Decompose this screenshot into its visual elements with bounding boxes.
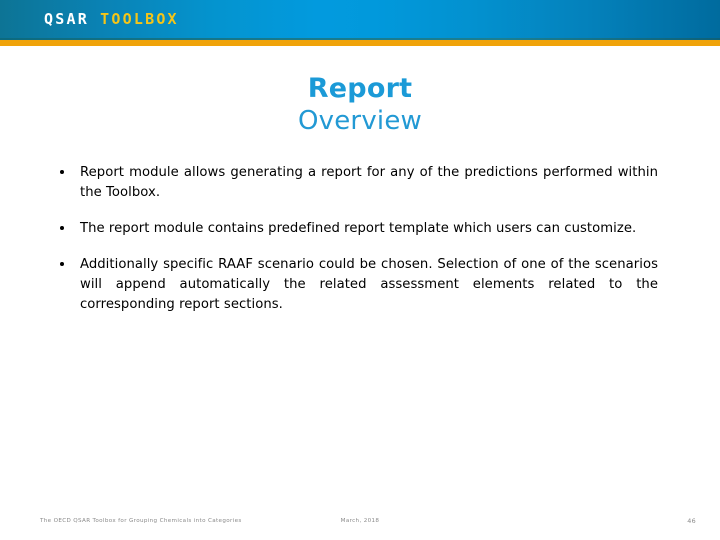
bullet-icon	[60, 262, 64, 266]
logo-text-qsar: QSAR	[44, 10, 89, 28]
page-title-sub: Overview	[297, 106, 422, 136]
footer-date-text: March, 2018	[340, 518, 380, 524]
bullet-icon	[60, 170, 64, 174]
page-title-main: Report	[307, 73, 413, 104]
page-title: Report Overview	[0, 72, 720, 137]
list-item: Additionally specific RAAF scenario coul…	[58, 255, 658, 315]
bullet-icon	[60, 226, 64, 230]
list-item-text: Additionally specific RAAF scenario coul…	[80, 257, 658, 312]
logo-text-toolbox: TOOLBOX	[100, 10, 179, 28]
list-item-text: The report module contains predefined re…	[80, 221, 637, 236]
slide-footer: The OECD QSAR Toolbox for Grouping Chemi…	[0, 516, 720, 530]
footer-page-number: 46	[687, 517, 696, 525]
list-item-text: Report module allows generating a report…	[80, 165, 658, 200]
list-item: The report module contains predefined re…	[58, 219, 658, 239]
header-accent-bar	[0, 40, 720, 46]
slide: QSAR TOOLBOX Report Overview Report modu…	[0, 0, 720, 540]
qsar-toolbox-logo: QSAR TOOLBOX	[44, 10, 179, 28]
bullet-list: Report module allows generating a report…	[58, 163, 658, 315]
list-item: Report module allows generating a report…	[58, 163, 658, 203]
